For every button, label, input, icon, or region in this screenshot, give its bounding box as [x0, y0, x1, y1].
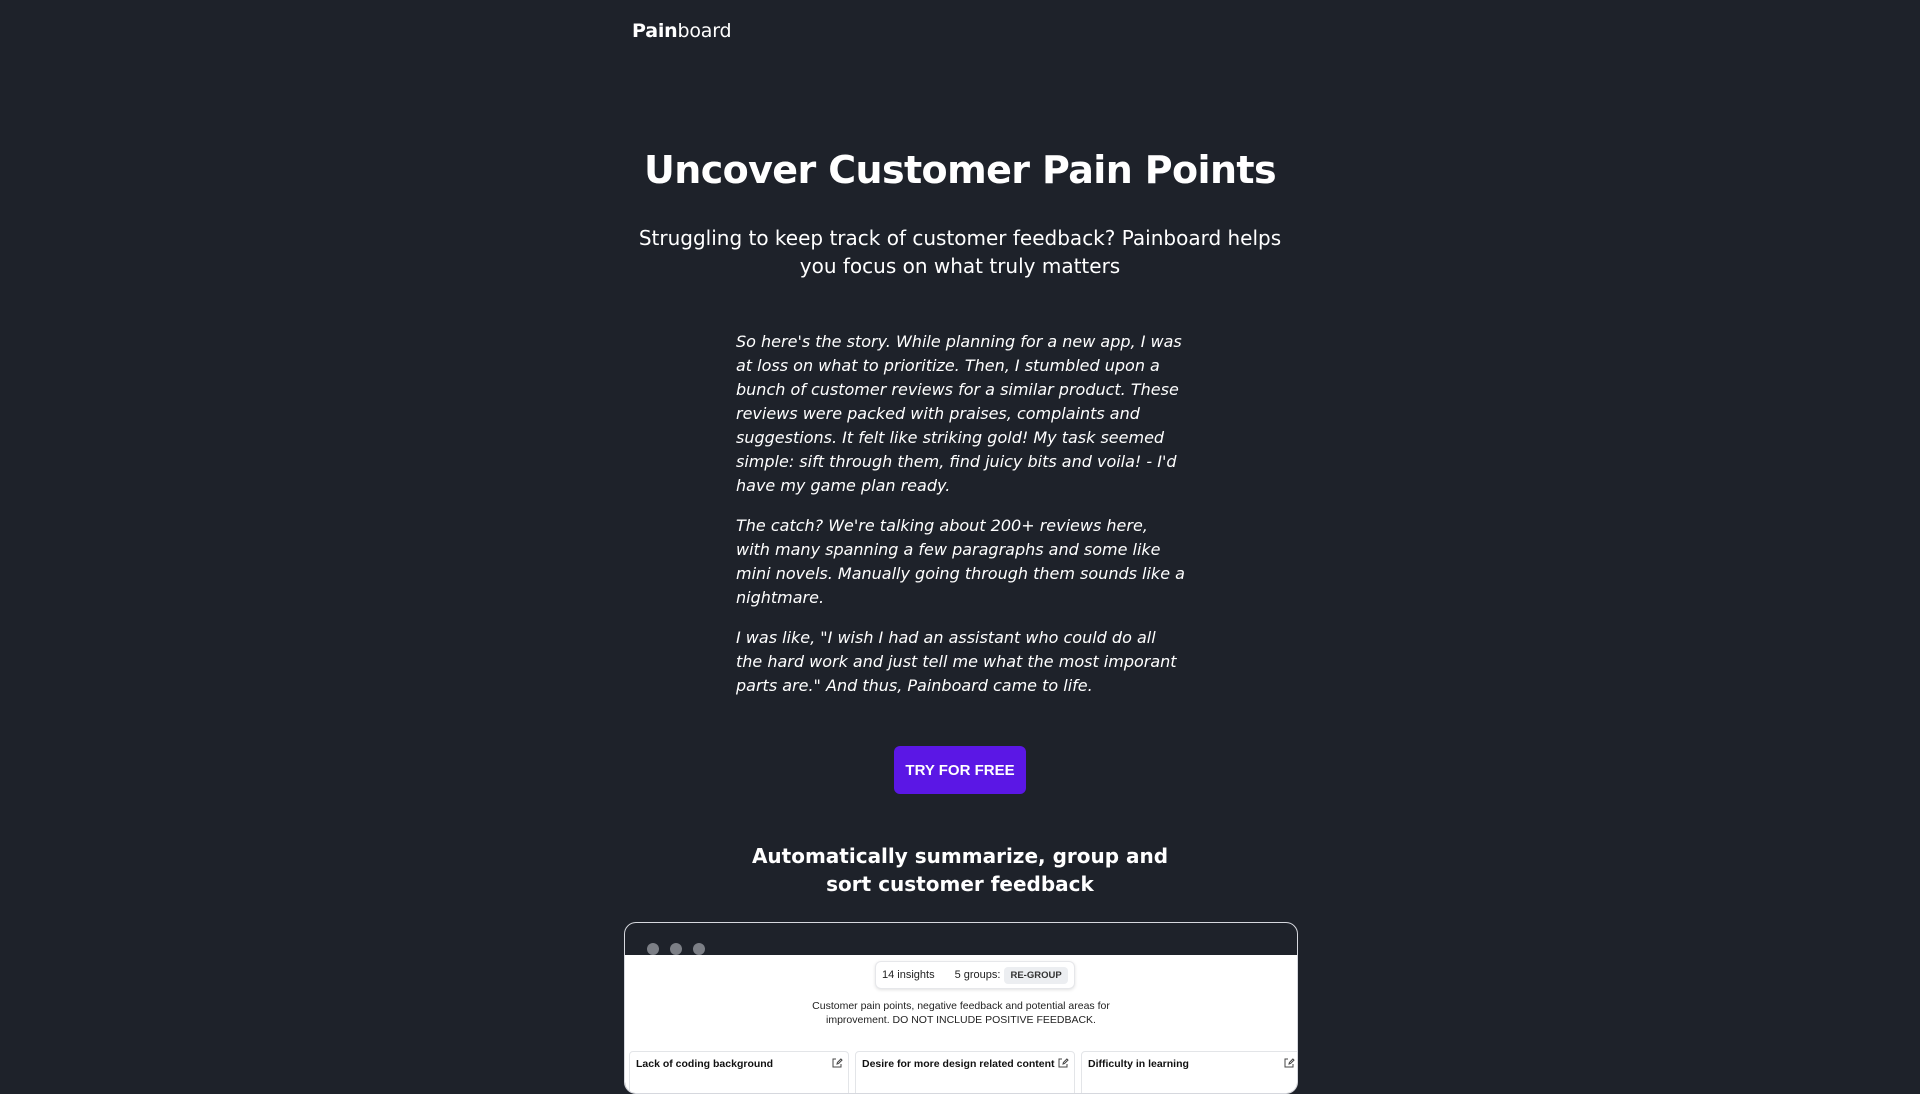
group-card[interactable]: Difficulty in learning — [1081, 1051, 1297, 1093]
window-dot-icon — [670, 943, 682, 955]
app-preview-window: 14 insights 5 groups: RE-GROUP Customer … — [624, 922, 1298, 1094]
brand-logo-regular: board — [677, 20, 732, 42]
brand-logo-bold: Pain — [632, 20, 678, 42]
groups-count: 5 groups: — [954, 969, 1001, 981]
brand-logo[interactable]: Painboard — [632, 20, 732, 42]
insights-count: 14 insights — [882, 969, 935, 981]
analysis-prompt: Customer pain points, negative feedback … — [812, 1000, 1110, 1026]
hero-title: Uncover Customer Pain Points — [643, 148, 1277, 192]
window-controls — [647, 943, 705, 955]
features-heading: Automatically summarize, group and sort … — [751, 844, 1169, 896]
story-paragraph: So here's the story. While planning for … — [736, 332, 1182, 495]
story-paragraph: I was like, "I wish I had an assistant w… — [736, 628, 1177, 695]
edit-icon[interactable] — [831, 1057, 843, 1069]
edit-icon[interactable] — [1057, 1057, 1069, 1069]
group-card[interactable]: Lack of coding background — [629, 1051, 849, 1093]
insights-summary-bar: 14 insights 5 groups: RE-GROUP — [875, 961, 1075, 989]
founder-story: So here's the story. While planning for … — [736, 330, 1186, 714]
window-dot-icon — [693, 943, 705, 955]
groups-control: 5 groups: RE-GROUP — [954, 966, 1068, 984]
regroup-button[interactable]: RE-GROUP — [1004, 966, 1068, 984]
app-preview-screen: 14 insights 5 groups: RE-GROUP Customer … — [625, 955, 1297, 1093]
try-for-free-button[interactable]: TRY FOR FREE — [894, 746, 1026, 794]
story-paragraph: The catch? We're talking about 200+ revi… — [736, 516, 1185, 607]
hero-subtitle: Struggling to keep track of customer fee… — [638, 226, 1282, 278]
group-card[interactable]: Desire for more design related content — [855, 1051, 1075, 1093]
group-card-title: Desire for more design related content — [862, 1058, 1055, 1070]
window-dot-icon — [647, 943, 659, 955]
group-card-title: Lack of coding background — [636, 1058, 774, 1070]
group-card-title: Difficulty in learning — [1088, 1058, 1189, 1070]
edit-icon[interactable] — [1283, 1057, 1295, 1069]
insight-groups: Lack of coding background Desire for mor… — [629, 1051, 1297, 1093]
